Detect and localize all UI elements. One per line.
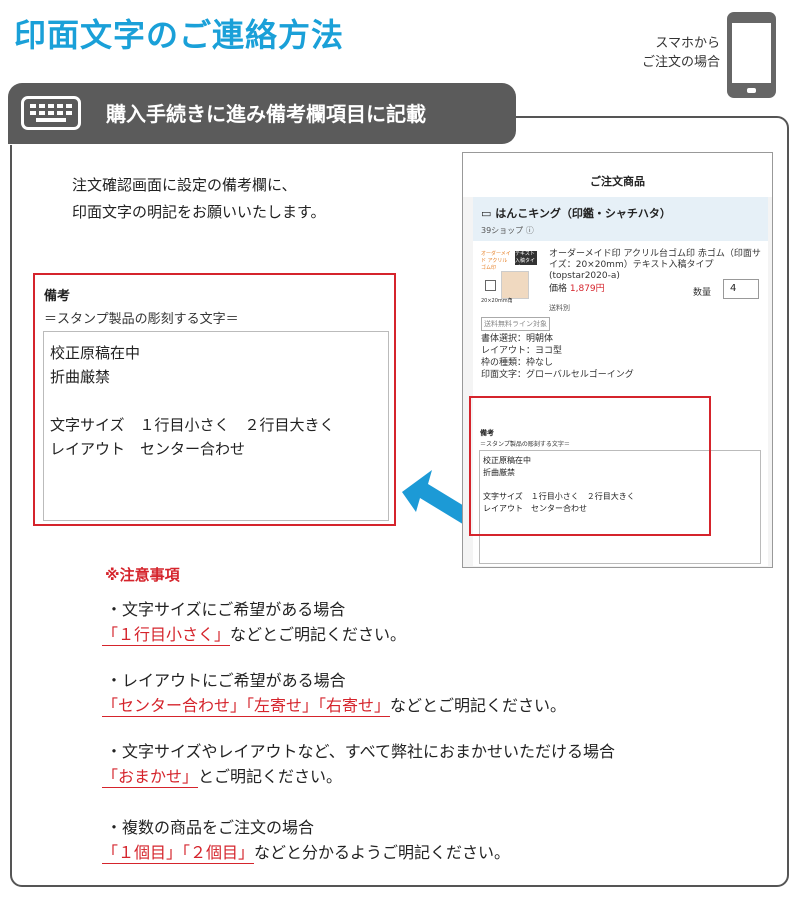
shipping-note: 送料別 xyxy=(549,304,570,312)
note-line: ・レイアウトにご希望がある場合 xyxy=(106,671,346,690)
shop-name: ▭ はんこキング（印鑑・シャチハタ） xyxy=(481,205,671,221)
option-line: 書体選択：明朝体 xyxy=(481,334,554,344)
step-title: 購入手続きに進み備考欄項目に記載 xyxy=(106,102,426,126)
remarks-textarea[interactable]: 校正原稿在中 折曲厳禁 文字サイズ １行目小さく ２行目大きく レイアウト セン… xyxy=(43,331,389,521)
info-icon: ⓘ xyxy=(525,226,534,235)
smartphone-icon xyxy=(727,12,776,98)
remarks-example: 備考 ＝スタンプ製品の彫刻する文字＝ 校正原稿在中 折曲厳禁 文字サイズ １行目… xyxy=(33,273,396,526)
item-checkbox[interactable] xyxy=(485,280,496,291)
note-highlight: 「センター合わせ」「左寄せ」「右寄せ」 xyxy=(102,696,391,717)
notes-title: ※注意事項 xyxy=(105,566,180,584)
quantity-label: 数量 xyxy=(693,288,712,298)
remarks-label: 備考 xyxy=(44,289,71,304)
product-thumb-logo: オーダーメイド アクリルゴム印 xyxy=(481,251,511,271)
remarks-line xyxy=(50,389,382,413)
shop-icon: ▭ xyxy=(481,207,496,220)
product-price: 価格 1,879円 xyxy=(549,281,605,294)
remarks-line: 文字サイズ １行目小さく ２行目大きく xyxy=(50,416,335,434)
note-rest: などとご明記ください。 xyxy=(390,696,567,715)
product-name[interactable]: オーダーメイド印 アクリル台ゴム印 赤ゴム（印面サイズ：20×20mm）テキスト… xyxy=(549,249,763,282)
note-line: ・文字サイズやレイアウトなど、すべて弊社におまかせいただける場合 xyxy=(106,742,615,761)
note-rest: などとご明記ください。 xyxy=(230,625,407,644)
product-options: 書体選択：明朝体 レイアウト：ヨコ型 枠の種類：枠なし 印面文字：グローバルセル… xyxy=(481,333,634,381)
note-line: ・複数の商品をご注文の場合 xyxy=(106,818,315,837)
product-thumb-badge: テキスト 入稿タイプ xyxy=(515,251,537,271)
price-value: 1,879円 xyxy=(569,284,605,294)
note-item: ・レイアウトにご希望がある場合 「センター合わせ」「左寄せ」「右寄せ」などとご明… xyxy=(102,668,567,718)
remarks-highlight xyxy=(469,396,711,536)
page-title: 印面文字のご連絡方法 xyxy=(14,16,345,54)
remarks-line: レイアウト センター合わせ xyxy=(50,440,246,458)
note-item: ・文字サイズにご希望がある場合 「１行目小さく」などとご明記ください。 xyxy=(102,597,407,647)
note-highlight: 「１個目」「２個目」 xyxy=(102,843,255,864)
smartphone-note-line: スマホから xyxy=(655,36,720,51)
free-shipping-badge: 送料無料ライン対象 xyxy=(481,317,550,331)
note-item: ・複数の商品をご注文の場合 「１個目」「２個目」などと分かるようご明記ください。 xyxy=(102,815,511,865)
step-header: 購入手続きに進み備考欄項目に記載 xyxy=(8,83,516,145)
quantity-input[interactable]: 4 xyxy=(723,279,759,299)
intro-text: 注文確認画面に設定の備考欄に、 印面文字の明記をお願いいたします。 xyxy=(72,172,326,226)
note-highlight: 「おまかせ」 xyxy=(102,767,199,788)
smartphone-note-line: ご注文の場合 xyxy=(641,55,720,70)
option-line: 枠の種類：枠なし xyxy=(481,358,554,368)
shop-bar: ▭ はんこキング（印鑑・シャチハタ） 39ショップ ⓘ xyxy=(473,197,768,241)
shop-count-text: 39ショップ xyxy=(481,226,524,235)
product-image xyxy=(501,271,529,299)
intro-line: 注文確認画面に設定の備考欄に、 xyxy=(72,176,297,194)
order-header: ご注文商品 xyxy=(463,153,772,197)
intro-line: 印面文字の明記をお願いいたします。 xyxy=(72,203,326,221)
product-name-text: オーダーメイド印 アクリル台ゴム印 赤ゴム（印面サイズ：20×20mm）テキスト… xyxy=(549,249,761,281)
note-line: ・文字サイズにご希望がある場合 xyxy=(106,600,346,619)
shop-count: 39ショップ ⓘ xyxy=(481,225,534,236)
note-highlight: 「１行目小さく」 xyxy=(102,625,231,646)
remarks-line: 折曲厳禁 xyxy=(50,368,111,386)
note-rest: とご明記ください。 xyxy=(198,767,343,786)
smartphone-note: スマホから ご注文の場合 xyxy=(610,34,720,72)
remarks-line: 校正原稿在中 xyxy=(50,344,141,362)
note-rest: などと分かるようご明記ください。 xyxy=(254,843,511,862)
keyboard-icon xyxy=(21,96,81,130)
note-item: ・文字サイズやレイアウトなど、すべて弊社におまかせいただける場合 「おまかせ」と… xyxy=(102,739,615,789)
product-thumb-size: 20×20mm角 xyxy=(481,298,513,304)
remarks-subtitle: ＝スタンプ製品の彫刻する文字＝ xyxy=(44,312,239,327)
option-line: 印面文字：グローバルセルゴーイング xyxy=(481,370,634,380)
option-line: レイアウト：ヨコ型 xyxy=(481,346,563,356)
shop-name-text: はんこキング（印鑑・シャチハタ） xyxy=(495,207,671,220)
order-item: オーダーメイド アクリルゴム印 テキスト 入稿タイプ 20×20mm角 オーダー… xyxy=(473,241,768,421)
price-label: 価格 xyxy=(549,284,568,294)
